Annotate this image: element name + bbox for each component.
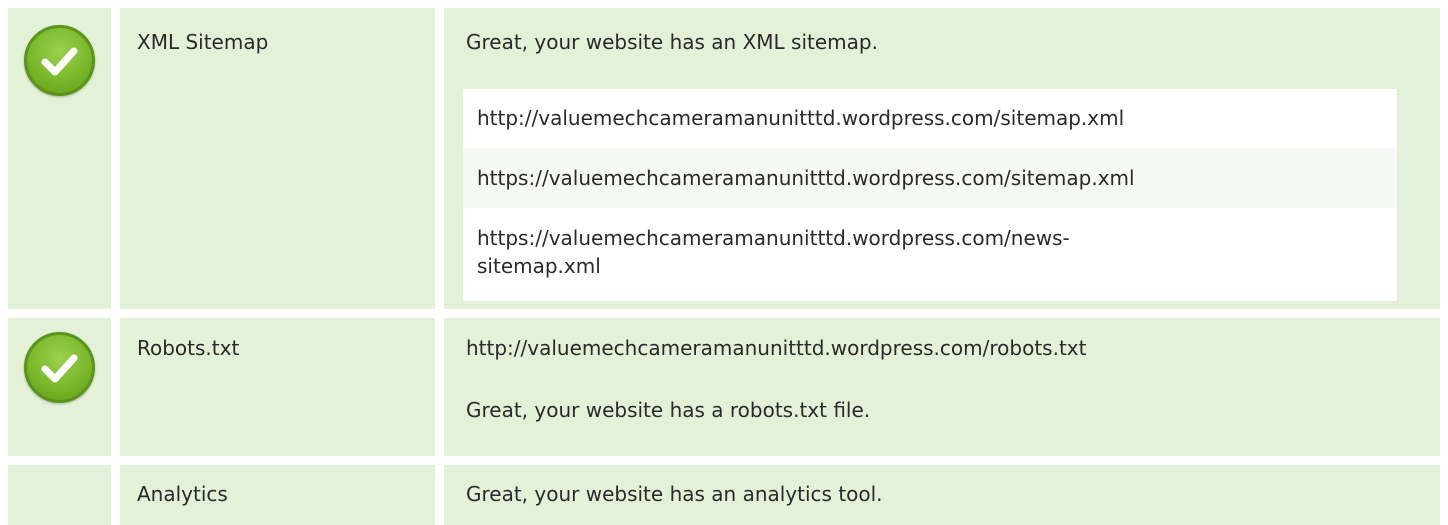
sitemap-list: http://valuemechcameramanunitttd.wordpre… (463, 89, 1397, 301)
row-label: XML Sitemap (137, 30, 269, 54)
status-message: Great, your website has an analytics too… (466, 482, 883, 506)
robots-url: http://valuemechcameramanunitttd.wordpre… (466, 336, 1087, 360)
status-cell (8, 8, 111, 309)
sitemap-item: http://valuemechcameramanunitttd.wordpre… (463, 89, 1397, 148)
label-cell: Robots.txt (120, 318, 435, 456)
status-message: Great, your website has an XML sitemap. (466, 30, 878, 54)
label-cell: Analytics (120, 465, 435, 525)
content-cell: http://valuemechcameramanunitttd.wordpre… (444, 318, 1440, 456)
label-cell: XML Sitemap (120, 8, 435, 309)
row-xml-sitemap: XML Sitemap Great, your website has an X… (0, 8, 1448, 309)
seo-results-table: XML Sitemap Great, your website has an X… (0, 0, 1448, 525)
check-icon (24, 25, 95, 96)
status-cell (8, 465, 111, 525)
content-cell: Great, your website has an analytics too… (444, 465, 1440, 525)
row-label: Analytics (137, 482, 228, 506)
status-cell (8, 318, 111, 456)
sitemap-item: https://valuemechcameramanunitttd.wordpr… (463, 208, 1397, 301)
row-label: Robots.txt (137, 336, 240, 360)
check-icon (24, 332, 95, 403)
row-robots-txt: Robots.txt http://valuemechcameramanunit… (0, 318, 1448, 456)
sitemap-item: https://valuemechcameramanunitttd.wordpr… (463, 148, 1397, 208)
status-message: Great, your website has a robots.txt fil… (466, 398, 871, 422)
content-cell: Great, your website has an XML sitemap. … (444, 8, 1440, 309)
row-analytics: Analytics Great, your website has an ana… (0, 465, 1448, 525)
